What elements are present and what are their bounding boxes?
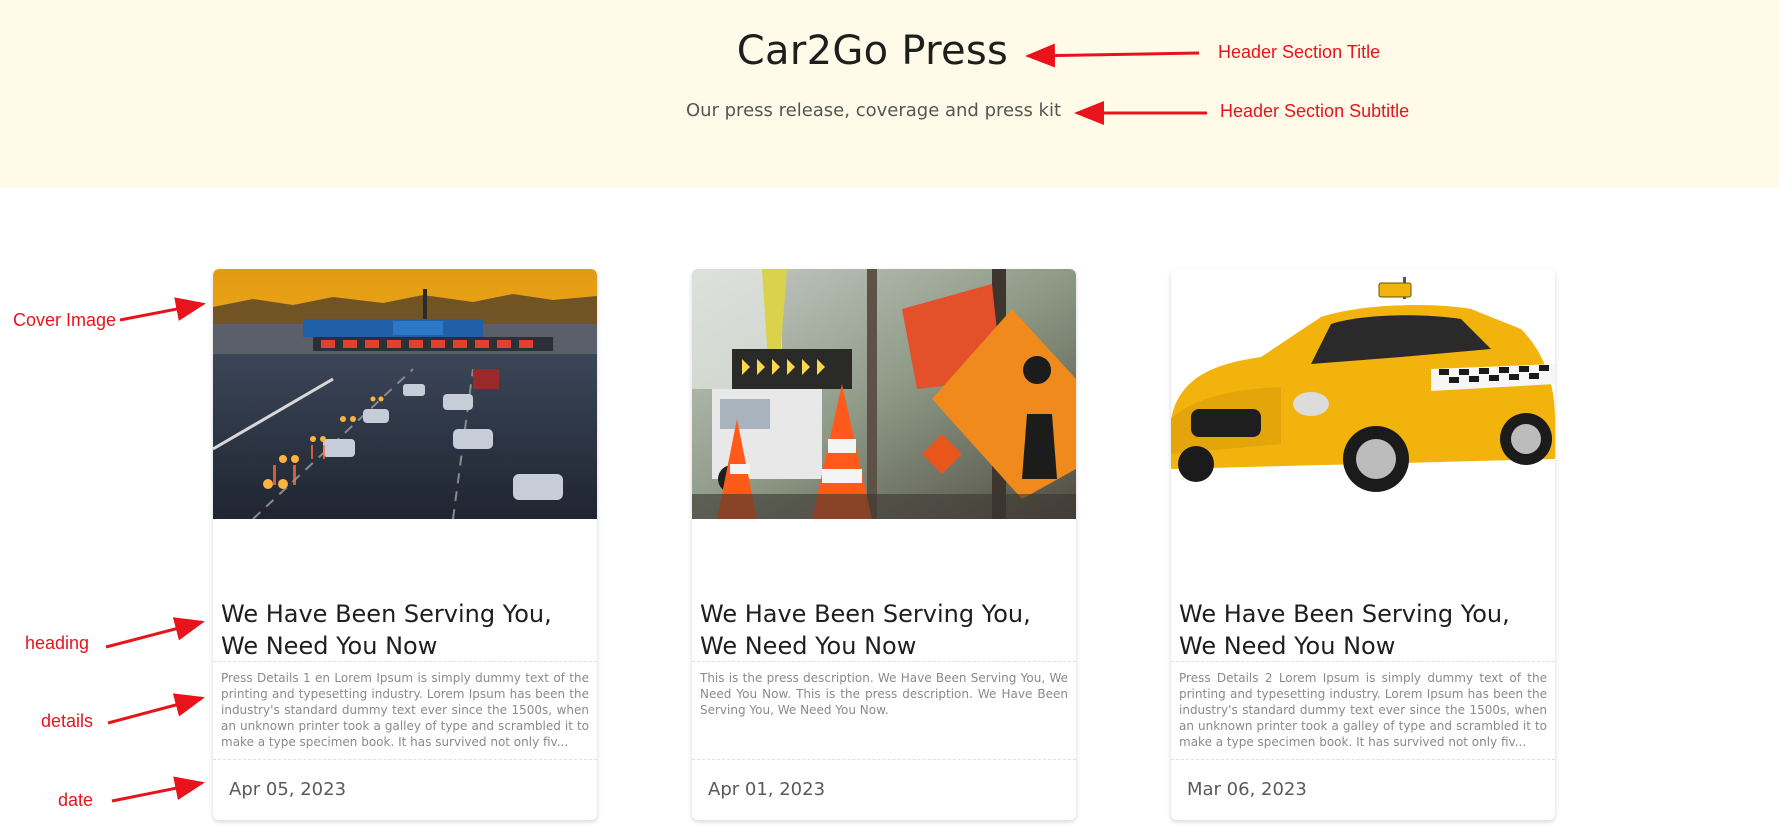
arrow-cover-image: [119, 297, 206, 322]
card-details: Press Details 1 en Lorem Ipsum is simply…: [221, 671, 589, 749]
arrow-details: [107, 693, 205, 725]
header-subtitle: Our press release, coverage and press ki…: [685, 100, 1062, 121]
card-heading[interactable]: We Have Been Serving You, We Need You No…: [221, 598, 593, 662]
divider: [213, 661, 597, 662]
divider: [1171, 759, 1555, 760]
highway-traffic-photo-icon[interactable]: [213, 269, 597, 519]
divider: [692, 661, 1076, 662]
arrow-heading: [105, 617, 205, 649]
annotation-details: details: [41, 711, 94, 731]
card-details: This is the press description. We Have B…: [700, 671, 1068, 717]
card-details: Press Details 2 Lorem Ipsum is simply du…: [1179, 671, 1547, 749]
header-title: Car2Go Press: [736, 28, 1009, 74]
card-heading[interactable]: We Have Been Serving You, We Need You No…: [700, 598, 1072, 662]
annotation-header-subtitle: Header Section Subtitle: [1220, 101, 1410, 121]
divider: [1171, 661, 1555, 662]
press-card-2[interactable]: We Have Been Serving You, We Need You No…: [692, 269, 1076, 820]
card-date: Apr 05, 2023: [229, 779, 347, 800]
card-heading[interactable]: We Have Been Serving You, We Need You No…: [1179, 598, 1551, 662]
card-date: Apr 01, 2023: [708, 779, 826, 800]
divider: [692, 759, 1076, 760]
press-card-1[interactable]: We Have Been Serving You, We Need You No…: [213, 269, 597, 820]
annotation-cover-image: Cover Image: [13, 310, 117, 330]
annotation-header-title: Header Section Title: [1218, 42, 1381, 62]
yellow-taxi-photo-icon[interactable]: [1171, 269, 1555, 519]
divider: [213, 759, 597, 760]
header-section: Car2Go Press Our press release, coverage…: [0, 0, 1779, 188]
arrow-date: [111, 776, 205, 803]
annotation-heading: heading: [25, 633, 90, 653]
card-date: Mar 06, 2023: [1187, 779, 1307, 800]
road-construction-photo-icon[interactable]: [692, 269, 1076, 519]
press-card-3[interactable]: We Have Been Serving You, We Need You No…: [1171, 269, 1555, 820]
annotation-date: date: [58, 790, 94, 810]
